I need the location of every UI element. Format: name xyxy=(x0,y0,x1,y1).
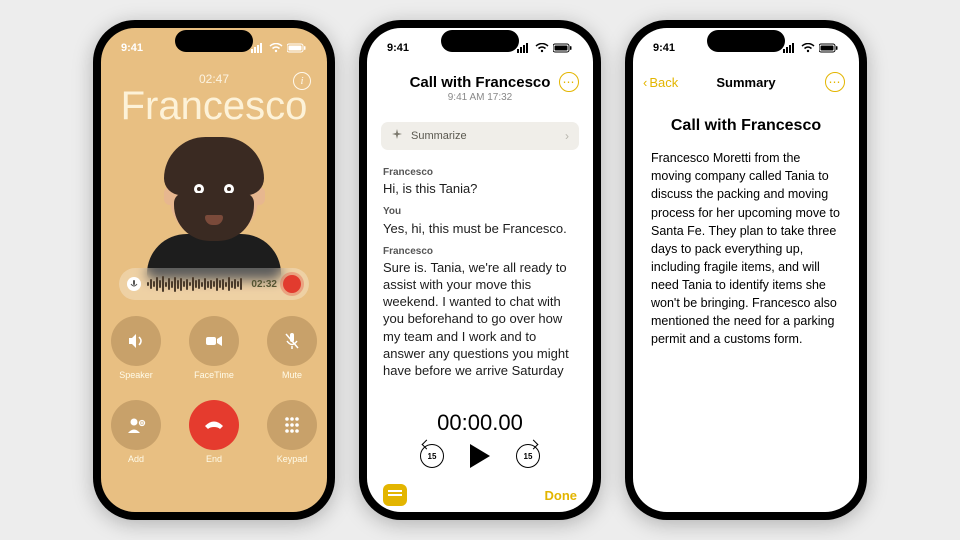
recording-time: 02:32 xyxy=(251,279,277,290)
cellular-icon xyxy=(251,43,265,53)
transcript[interactable]: Francesco Hi, is this Tania? You Yes, hi… xyxy=(367,158,593,379)
facetime-button[interactable]: FaceTime xyxy=(185,316,243,388)
recording-pill[interactable]: 02:32 xyxy=(119,268,309,300)
more-icon[interactable]: ⋯ xyxy=(825,72,845,92)
speaker-label: Francesco xyxy=(383,245,577,258)
cellular-icon xyxy=(517,43,531,53)
speaker-icon xyxy=(125,330,147,352)
mute-icon xyxy=(281,330,303,352)
wifi-icon xyxy=(801,43,815,53)
dynamic-island xyxy=(707,30,785,52)
end-call-button[interactable]: End xyxy=(185,400,243,472)
battery-icon xyxy=(553,43,573,53)
summarize-label: Summarize xyxy=(411,130,467,142)
status-time: 9:41 xyxy=(121,42,143,54)
wifi-icon xyxy=(535,43,549,53)
dynamic-island xyxy=(441,30,519,52)
mute-button[interactable]: Mute xyxy=(263,316,321,388)
chevron-right-icon: › xyxy=(565,129,569,143)
summary-screen: 9:41 ‹ Back Summary ⋯ Call with Francesc… xyxy=(633,28,859,512)
transcript-screen: 9:41 Call with Francesco 9:41 AM 17:32 ⋯… xyxy=(367,28,593,512)
audio-player: 00:00.00 15 15 xyxy=(367,406,593,478)
mic-icon xyxy=(127,277,141,291)
summary-heading: Call with Francesco xyxy=(651,114,841,137)
record-icon[interactable] xyxy=(283,275,301,293)
battery-icon xyxy=(819,43,839,53)
page-subtitle: 9:41 AM 17:32 xyxy=(448,92,513,103)
skip-forward-button[interactable]: 15 xyxy=(516,444,540,468)
skip-back-button[interactable]: 15 xyxy=(420,444,444,468)
bottom-toolbar: Done xyxy=(367,478,593,512)
utterance: Hi, is this Tania? xyxy=(383,180,577,197)
dynamic-island xyxy=(175,30,253,52)
speaker-label: Francesco xyxy=(383,166,577,179)
page-title: Call with Francesco xyxy=(410,74,551,91)
add-icon xyxy=(125,414,147,436)
playback-time: 00:00.00 xyxy=(437,410,523,436)
end-call-icon xyxy=(201,412,227,438)
keypad-icon xyxy=(281,414,303,436)
chevron-left-icon: ‹ xyxy=(643,75,647,90)
nav-bar: ‹ Back Summary ⋯ xyxy=(633,68,859,96)
battery-icon xyxy=(287,43,307,53)
back-button[interactable]: ‹ Back xyxy=(643,75,678,90)
summary-body: Call with Francesco Francesco Moretti fr… xyxy=(633,96,859,349)
phone-transcript: 9:41 Call with Francesco 9:41 AM 17:32 ⋯… xyxy=(359,20,601,520)
nav-bar: Call with Francesco 9:41 AM 17:32 ⋯ xyxy=(367,68,593,96)
call-duration: 02:47 xyxy=(199,72,229,86)
phone-call: 9:41 i 02:47 Francesco xyxy=(93,20,335,520)
more-icon[interactable]: ⋯ xyxy=(559,72,579,92)
summarize-button[interactable]: Summarize › xyxy=(381,122,579,150)
status-time: 9:41 xyxy=(653,42,675,54)
play-button[interactable] xyxy=(470,444,490,468)
call-screen: 9:41 i 02:47 Francesco xyxy=(101,28,327,512)
utterance: Sure is. Tania, we're all ready to assis… xyxy=(383,259,577,379)
done-button[interactable]: Done xyxy=(545,488,578,503)
phone-summary: 9:41 ‹ Back Summary ⋯ Call with Francesc… xyxy=(625,20,867,520)
call-button-grid: Speaker FaceTime Mute Add End xyxy=(107,316,321,472)
caller-name: Francesco xyxy=(121,84,308,129)
video-icon xyxy=(203,330,225,352)
cellular-icon xyxy=(783,43,797,53)
transcript-toggle-icon[interactable] xyxy=(383,484,407,506)
info-icon[interactable]: i xyxy=(293,72,311,90)
speaker-button[interactable]: Speaker xyxy=(107,316,165,388)
wifi-icon xyxy=(269,43,283,53)
keypad-button[interactable]: Keypad xyxy=(263,400,321,472)
caller-avatar xyxy=(142,129,287,274)
utterance: Yes, hi, this must be Francesco. xyxy=(383,220,577,237)
add-button[interactable]: Add xyxy=(107,400,165,472)
status-time: 9:41 xyxy=(387,42,409,54)
speaker-label: You xyxy=(383,205,577,218)
waveform-icon xyxy=(147,275,245,293)
sparkle-icon xyxy=(391,129,403,144)
page-title: Summary xyxy=(716,75,775,90)
summary-text: Francesco Moretti from the moving compan… xyxy=(651,149,841,348)
